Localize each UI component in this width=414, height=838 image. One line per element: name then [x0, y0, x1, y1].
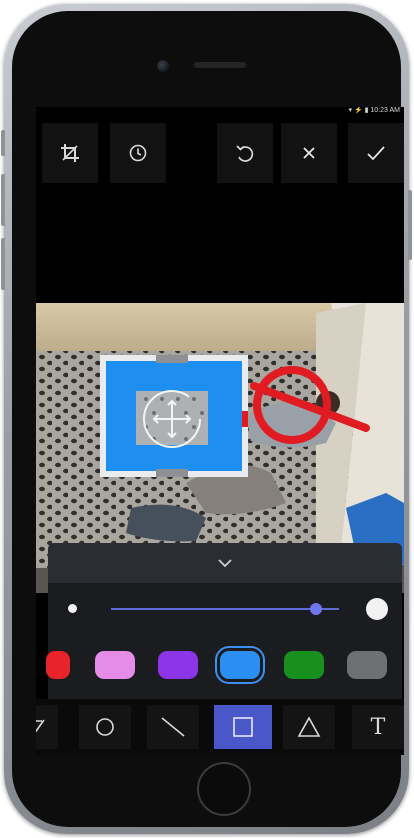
color-swatch-gray[interactable]: [347, 651, 387, 679]
history-button[interactable]: [110, 123, 166, 183]
arrow-icon: [36, 719, 45, 733]
editor-toolbar: [36, 123, 404, 183]
triangle-tool-button[interactable]: [283, 705, 335, 749]
status-bar: ▾ ⚡ ▮ 10:23 AM: [348, 107, 401, 114]
history-icon: [129, 144, 147, 162]
screen: ▾ ⚡ ▮ 10:23 AM T: [36, 107, 404, 755]
circle-icon: [96, 718, 114, 736]
phone-face: ▾ ⚡ ▮ 10:23 AM T: [12, 11, 404, 827]
color-swatch-purple[interactable]: [158, 651, 198, 679]
color-swatch-pink[interactable]: [95, 651, 135, 679]
crop-button[interactable]: [42, 123, 98, 183]
panel-collapse-toggle[interactable]: [48, 543, 402, 583]
cancel-button[interactable]: [281, 123, 337, 183]
triangle-icon: [297, 716, 321, 737]
earpiece-speaker: [194, 62, 246, 68]
line-tool-button[interactable]: [147, 705, 199, 749]
power-button: [408, 190, 412, 260]
check-icon: [367, 146, 385, 161]
color-swatch-green[interactable]: [284, 651, 324, 679]
stroke-width-slider[interactable]: [111, 608, 339, 610]
circle-tool-button[interactable]: [79, 705, 131, 749]
line-icon: [161, 717, 185, 737]
square-tool-button[interactable]: [214, 705, 272, 749]
square-icon: [233, 717, 253, 737]
crop-icon: [61, 144, 79, 162]
volume-up-button: [1, 174, 5, 226]
front-camera: [157, 60, 169, 72]
confirm-button[interactable]: [348, 123, 404, 183]
volume-down-button: [1, 238, 5, 290]
text-tool-button[interactable]: T: [352, 705, 404, 749]
text-icon: T: [370, 714, 386, 740]
phone-frame: ▾ ⚡ ▮ 10:23 AM T: [1, 4, 412, 834]
shape-picker: T: [36, 699, 404, 755]
undo-icon: [236, 145, 254, 162]
home-button[interactable]: [197, 762, 251, 816]
chevron-down-icon: [218, 559, 232, 568]
color-swatch-blue[interactable]: [220, 651, 260, 679]
close-icon: [303, 147, 315, 159]
color-swatch-red[interactable]: [46, 651, 70, 679]
stroke-width-slider-thumb[interactable]: [310, 603, 323, 615]
arrow-tool-button[interactable]: [36, 705, 58, 749]
max-stroke-indicator: [366, 598, 388, 620]
mute-switch: [1, 130, 5, 156]
undo-button[interactable]: [217, 123, 273, 183]
min-stroke-indicator: [68, 604, 77, 613]
drawing-options-panel: [46, 583, 402, 699]
